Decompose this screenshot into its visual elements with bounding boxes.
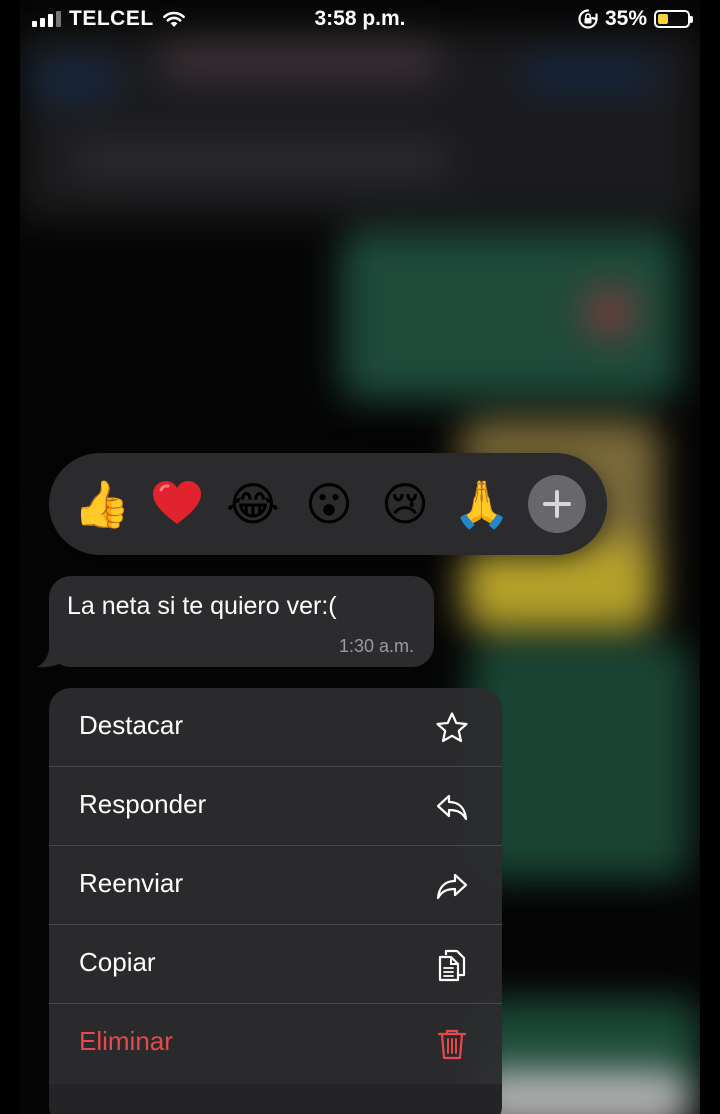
heart-icon <box>153 481 201 524</box>
copy-icon <box>438 949 466 982</box>
battery-icon <box>654 10 693 28</box>
reply-icon <box>436 794 468 821</box>
crying-reaction[interactable]: 😢 <box>377 476 433 532</box>
status-bar: TELCEL 3:58 p.m. 35% <box>0 0 720 38</box>
menu-item-responder[interactable]: Responder <box>49 767 502 846</box>
menu-item-label: Responder <box>79 789 207 819</box>
battery-level-fill <box>658 14 668 24</box>
message-bubble[interactable]: La neta si te quiero ver:( 1:30 a.m. <box>49 576 434 667</box>
plus-icon <box>543 490 571 518</box>
message-timestamp: 1:30 a.m. <box>338 636 414 656</box>
blurred-header-line <box>70 140 450 180</box>
menu-item-label: Destacar <box>79 710 184 740</box>
more-reactions-button[interactable] <box>528 475 586 533</box>
blurred-message-emoji <box>580 285 640 340</box>
screen-edge-right <box>700 0 720 1114</box>
menu-item-label: Eliminar <box>79 1026 173 1056</box>
thumbs-up-reaction[interactable]: 👍 <box>73 476 130 532</box>
laughing-tears-reaction[interactable]: 😂 <box>225 476 281 532</box>
menu-item-eliminar[interactable]: Eliminar <box>49 1004 502 1083</box>
surprised-reaction[interactable]: 😮 <box>301 476 357 532</box>
reaction-bar: 👍 😂 😮 😢 🙏 <box>49 453 607 555</box>
menu-item-label: Copiar <box>79 947 156 977</box>
message-text: La neta si te quiero ver:( <box>67 592 337 620</box>
blurred-header-element <box>160 40 440 80</box>
blurred-sent-message <box>470 640 690 880</box>
menu-item-destacar[interactable]: Destacar <box>49 688 502 767</box>
menu-more-section <box>49 1084 502 1114</box>
star-icon <box>436 712 468 743</box>
orientation-lock-icon <box>578 9 598 29</box>
blurred-input-area <box>470 1070 690 1114</box>
menu-item-copiar[interactable]: Copiar <box>49 925 502 1004</box>
whatsapp-message-context-screen: TELCEL 3:58 p.m. 35% 👍 😂 😮 😢 🙏 La neta s… <box>0 0 720 1114</box>
menu-item-label: Reenviar <box>79 868 184 898</box>
message-context-menu: Destacar Responder Reenviar Copiar Elimi… <box>49 688 502 1114</box>
heart-reaction[interactable] <box>149 476 205 532</box>
status-right-group: 35% <box>577 7 693 31</box>
blurred-call-buttons <box>520 55 660 95</box>
menu-item-reenviar[interactable]: Reenviar <box>49 846 502 925</box>
folded-hands-reaction[interactable]: 🙏 <box>453 476 510 532</box>
forward-icon <box>436 873 468 900</box>
trash-icon <box>437 1029 467 1060</box>
battery-percent: 35% <box>604 7 647 30</box>
blurred-back-button <box>30 60 120 100</box>
screen-edge-left <box>0 0 20 1114</box>
